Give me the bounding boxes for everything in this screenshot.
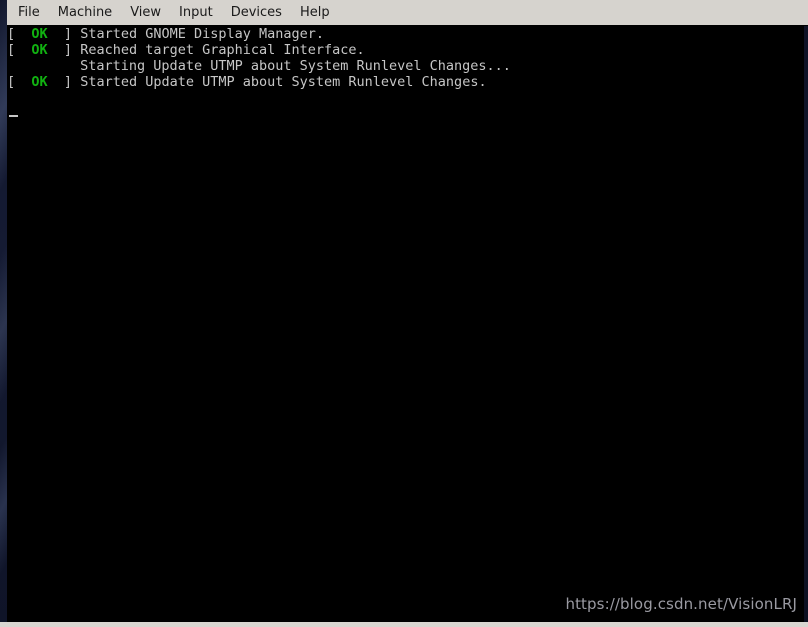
menu-bar: File Machine View Input Devices Help: [7, 0, 808, 26]
bracket-open: [: [7, 42, 16, 58]
bracket-close: [7, 58, 80, 74]
desktop-background-left: [0, 0, 7, 627]
guest-console-screen[interactable]: [ OK ] Started GNOME Display Manager. [ …: [7, 26, 804, 622]
status-ok: OK: [15, 74, 64, 90]
boot-log-line: [ OK ] Started GNOME Display Manager.: [7, 26, 511, 42]
bracket-close: ]: [63, 74, 81, 90]
boot-log-message: Starting Update UTMP about System Runlev…: [80, 58, 511, 74]
menu-item-view[interactable]: View: [121, 0, 170, 25]
bracket-open: [: [7, 26, 16, 42]
boot-log-line: [ OK ] Reached target Graphical Interfac…: [7, 42, 511, 58]
menu-item-devices[interactable]: Devices: [222, 0, 291, 25]
menu-item-file[interactable]: File: [9, 0, 49, 25]
boot-log-output: [ OK ] Started GNOME Display Manager. [ …: [7, 26, 511, 122]
boot-log-line: [ OK ] Started Update UTMP about System …: [7, 74, 511, 90]
menu-item-machine[interactable]: Machine: [49, 0, 121, 25]
blog-watermark: https://blog.csdn.net/VisionLRJ: [565, 595, 797, 613]
status-ok: OK: [15, 26, 64, 42]
menu-item-input[interactable]: Input: [170, 0, 222, 25]
virtualbox-window: File Machine View Input Devices Help [ O…: [0, 0, 808, 627]
desktop-background-right: [804, 0, 808, 622]
text-cursor: [9, 115, 18, 117]
boot-log-message: Reached target Graphical Interface.: [80, 42, 365, 58]
console-cursor-row: [7, 106, 511, 122]
boot-log-message: Started GNOME Display Manager.: [80, 26, 325, 42]
bracket-open: [: [7, 74, 16, 90]
boot-log-line: Starting Update UTMP about System Runlev…: [7, 58, 511, 74]
bracket-close: ]: [63, 42, 81, 58]
boot-log-blank-line: [7, 90, 511, 106]
boot-log-message: Started Update UTMP about System Runleve…: [80, 74, 487, 90]
bracket-close: ]: [63, 26, 81, 42]
menu-item-help[interactable]: Help: [291, 0, 339, 25]
status-ok: OK: [15, 42, 64, 58]
desktop-taskbar-strip: [0, 622, 808, 627]
